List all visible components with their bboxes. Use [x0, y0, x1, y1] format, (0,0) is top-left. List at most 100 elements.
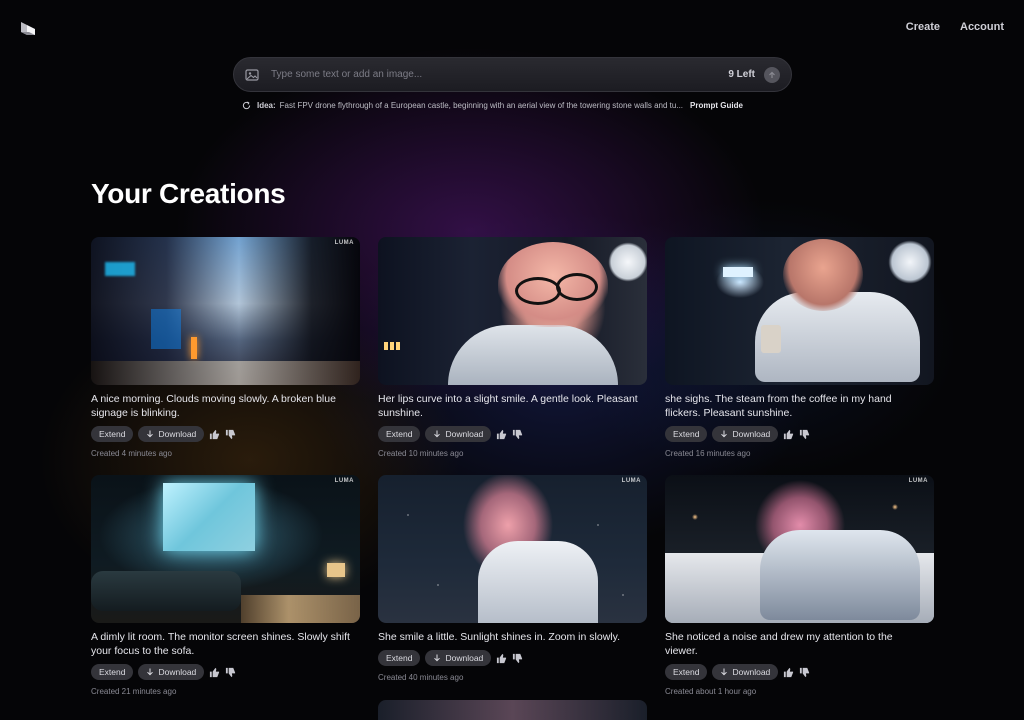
extend-button[interactable]: Extend — [91, 664, 134, 680]
nav-create-link[interactable]: Create — [906, 21, 940, 33]
creation-card: LUMA She smile a little. Sunlight shines… — [378, 475, 647, 682]
download-button[interactable]: Download — [425, 426, 492, 442]
scene-decor — [191, 337, 197, 359]
creation-caption: A dimly lit room. The monitor screen shi… — [91, 631, 350, 657]
scene-decor — [760, 530, 920, 620]
extend-button[interactable]: Extend — [665, 664, 708, 680]
video-thumbnail[interactable]: LUMA — [378, 475, 647, 623]
thumbs-up-icon[interactable] — [496, 653, 507, 664]
luma-watermark: LUMA — [334, 240, 354, 246]
download-button[interactable]: Download — [138, 664, 205, 680]
download-icon — [721, 668, 728, 676]
scene-decor — [105, 262, 135, 276]
thumbs-up-icon[interactable] — [496, 429, 507, 440]
page-title: Your Creations — [91, 178, 286, 209]
thumbs-up-icon[interactable] — [209, 667, 220, 678]
download-button[interactable]: Download — [712, 664, 779, 680]
thumbs-up-icon[interactable] — [783, 429, 794, 440]
extend-button[interactable]: Extend — [665, 426, 708, 442]
idea-suggestion[interactable]: Fast FPV drone flythrough of a European … — [280, 101, 683, 110]
video-thumbnail[interactable] — [378, 237, 647, 385]
luma-watermark: LUMA — [908, 478, 928, 484]
video-thumbnail[interactable]: LUMA — [665, 475, 934, 623]
thumbs-up-icon[interactable] — [209, 429, 220, 440]
submit-button[interactable] — [764, 66, 780, 83]
card-actions: Extend Download — [378, 426, 647, 442]
card-actions: Extend Download — [378, 650, 647, 666]
download-icon — [434, 654, 441, 662]
top-nav: Create Account — [906, 21, 1004, 33]
creation-card: she sighs. The steam from the coffee in … — [665, 237, 934, 458]
scene-decor — [241, 595, 360, 623]
thumbs-down-icon[interactable] — [799, 429, 810, 440]
creation-card: LUMA She noticed a noise and drew my att… — [665, 475, 934, 696]
created-timestamp: Created 16 minutes ago — [665, 449, 751, 458]
creation-card: LUMA A nice morning. Clouds moving slowl… — [91, 237, 360, 458]
scene-decor — [163, 483, 255, 551]
luma-watermark: LUMA — [621, 478, 641, 484]
luma-logo-icon[interactable] — [19, 20, 37, 38]
scene-decor — [515, 277, 561, 305]
card-actions: Extend Download — [91, 426, 360, 442]
prompt-input[interactable] — [269, 68, 729, 81]
download-label: Download — [445, 429, 484, 439]
thumbs-down-icon[interactable] — [225, 429, 236, 440]
download-label: Download — [158, 429, 197, 439]
scene-decor — [384, 342, 402, 350]
download-icon — [434, 430, 441, 438]
created-timestamp: Created about 1 hour ago — [665, 687, 757, 696]
download-icon — [147, 430, 154, 438]
thumbs-down-icon[interactable] — [225, 667, 236, 678]
scene-decor — [327, 563, 345, 577]
download-label: Download — [445, 653, 484, 663]
creation-card: LUMA A dimly lit room. The monitor scree… — [91, 475, 360, 696]
video-thumbnail[interactable]: LUMA — [91, 237, 360, 385]
creation-card: Her lips curve into a slight smile. A ge… — [378, 237, 647, 458]
scene-decor — [151, 309, 181, 349]
scene-decor — [478, 541, 598, 623]
scene-decor — [556, 273, 598, 301]
image-icon[interactable] — [245, 68, 259, 82]
video-thumbnail-partial[interactable] — [378, 700, 647, 720]
nav-account-link[interactable]: Account — [960, 21, 1004, 33]
download-icon — [721, 430, 728, 438]
created-timestamp: Created 21 minutes ago — [91, 687, 177, 696]
idea-row: Idea: Fast FPV drone flythrough of a Eur… — [242, 99, 782, 111]
extend-button[interactable]: Extend — [91, 426, 134, 442]
prompt-bar: 9 Left — [233, 57, 792, 92]
download-button[interactable]: Download — [138, 426, 205, 442]
idea-label: Idea: — [257, 100, 276, 110]
video-thumbnail[interactable]: LUMA — [91, 475, 360, 623]
download-button[interactable]: Download — [425, 650, 492, 666]
arrow-up-icon — [769, 71, 775, 78]
card-actions: Extend Download — [665, 664, 934, 680]
scene-decor — [783, 239, 863, 311]
download-icon — [147, 668, 154, 676]
refresh-icon[interactable] — [242, 101, 251, 110]
download-label: Download — [158, 667, 197, 677]
creation-caption: she sighs. The steam from the coffee in … — [665, 393, 892, 419]
card-actions: Extend Download — [91, 664, 360, 680]
prompt-guide-link[interactable]: Prompt Guide — [690, 101, 743, 110]
card-actions: Extend Download — [665, 426, 934, 442]
created-timestamp: Created 10 minutes ago — [378, 449, 464, 458]
creation-caption: She noticed a noise and drew my attentio… — [665, 631, 893, 657]
generations-left-count: 9 Left — [728, 69, 755, 80]
extend-button[interactable]: Extend — [378, 426, 421, 442]
thumbs-down-icon[interactable] — [512, 429, 523, 440]
thumbs-down-icon[interactable] — [512, 653, 523, 664]
extend-button[interactable]: Extend — [378, 650, 421, 666]
creation-caption: She smile a little. Sunlight shines in. … — [378, 631, 620, 643]
video-thumbnail[interactable] — [665, 237, 934, 385]
creation-caption: Her lips curve into a slight smile. A ge… — [378, 393, 638, 419]
scene-decor — [761, 325, 781, 353]
created-timestamp: Created 40 minutes ago — [378, 673, 464, 682]
scene-decor — [91, 571, 241, 611]
creation-caption: A nice morning. Clouds moving slowly. A … — [91, 393, 336, 419]
scene-decor — [723, 267, 753, 277]
scene-decor — [91, 361, 360, 385]
thumbs-up-icon[interactable] — [783, 667, 794, 678]
thumbs-down-icon[interactable] — [799, 667, 810, 678]
download-label: Download — [732, 429, 771, 439]
download-button[interactable]: Download — [712, 426, 779, 442]
